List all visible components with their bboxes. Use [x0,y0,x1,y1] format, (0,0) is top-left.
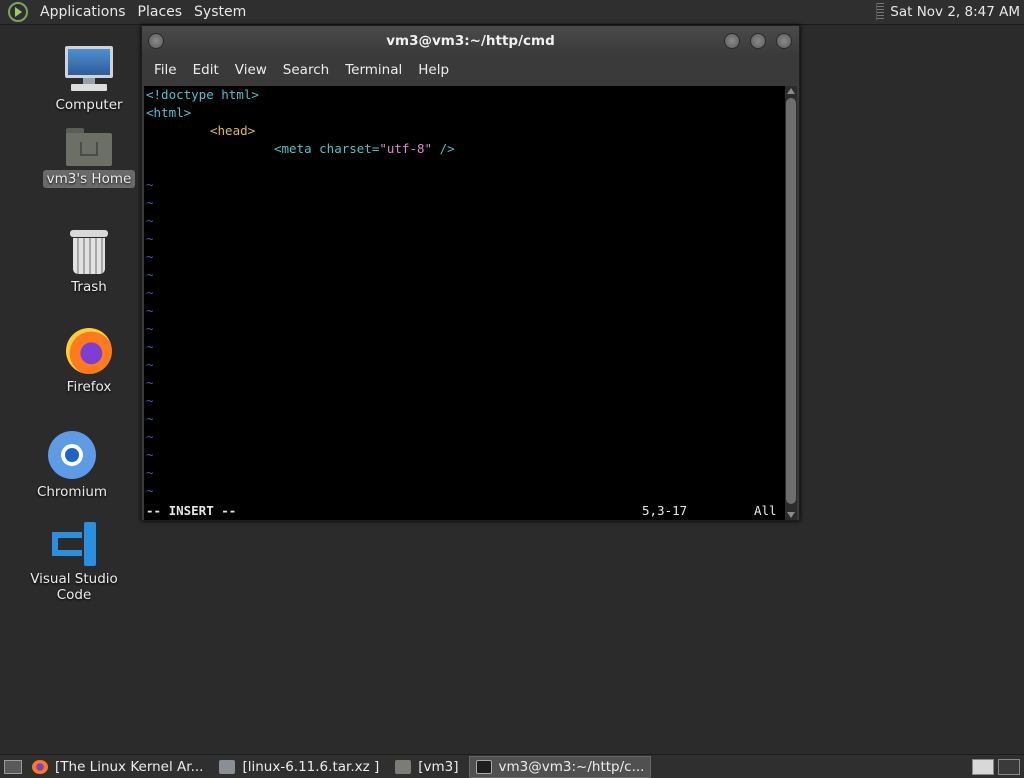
empty-line-marker: ~ [146,321,154,336]
menu-applications[interactable]: Applications [34,0,132,25]
desktop-icon-home[interactable]: vm3's Home [34,128,144,188]
desktop-label: Visual Studio Code [30,571,118,603]
desktop-icon-vscode[interactable]: Visual Studio Code [19,522,129,604]
scroll-up-icon[interactable] [787,88,795,94]
code-line: <head> [210,123,256,138]
empty-line-marker: ~ [146,375,154,390]
menu-edit[interactable]: Edit [185,62,227,78]
show-desktop-icon[interactable] [4,759,22,774]
home-folder-icon [66,128,112,166]
empty-line-marker: ~ [146,303,154,318]
empty-line-marker: ~ [146,177,154,192]
menu-terminal[interactable]: Terminal [337,62,410,78]
taskbar-item-firefox[interactable]: [The Linux Kernel Ar... [26,756,209,778]
workspace-2[interactable] [998,758,1020,775]
scrollbar-thumb[interactable] [786,98,796,504]
folder-icon [395,759,412,774]
desktop-icon-chromium[interactable]: Chromium [17,431,127,501]
terminal-scrollbar[interactable] [785,86,797,520]
menu-search[interactable]: Search [275,62,337,78]
cursor-position: 5,3-17 [642,503,688,518]
firefox-icon [32,759,48,774]
desktop-icon-trash[interactable]: Trash [34,230,144,296]
scroll-percent: All [754,503,777,518]
taskbar-item-archive[interactable]: [linux-6.11.6.tar.xz ] [213,756,385,778]
code-token: /> [432,141,455,156]
empty-line-marker: ~ [146,285,154,300]
taskbar-item-terminal[interactable]: vm3@vm3:~/http/c... [468,755,652,778]
trash-icon [70,230,108,274]
empty-line-marker: ~ [146,393,154,408]
taskbar-label: [linux-6.11.6.tar.xz ] [242,758,380,775]
code-line: <meta charset="utf-8" /> [274,140,455,158]
chromium-icon [48,431,96,479]
empty-line-marker: ~ [146,483,154,498]
desktop-label: Trash [71,279,107,295]
panel-separator [876,3,885,21]
desktop-label: Chromium [36,484,108,500]
clock[interactable]: Sat Nov 2, 8:47 AM [890,4,1024,20]
empty-line-marker: ~ [146,339,154,354]
code-line: <!doctype html> [146,87,259,102]
terminal-icon [475,759,492,774]
maximize-button[interactable] [750,33,766,49]
vim-mode: -- INSERT -- [146,503,237,518]
empty-line-marker: ~ [146,357,154,372]
empty-line-marker: ~ [146,213,154,228]
taskbar: [The Linux Kernel Ar... [linux-6.11.6.ta… [0,754,1024,778]
menu-system[interactable]: System [188,0,252,25]
terminal-output[interactable]: <!doctype html> <html> <head> <meta char… [144,86,786,520]
empty-line-marker: ~ [146,267,154,282]
empty-line-marker: ~ [146,411,154,426]
empty-line-marker: ~ [146,447,154,462]
firefox-icon [66,328,112,374]
empty-line-marker: ~ [146,465,154,480]
vscode-icon [52,522,96,566]
empty-line-marker: ~ [146,249,154,264]
empty-line-marker: ~ [146,195,154,210]
code-token: <meta charset= [274,141,380,156]
desktop-icon-computer[interactable]: Computer [34,46,144,114]
empty-line-marker: ~ [146,231,154,246]
empty-line-marker: ~ [146,429,154,444]
scroll-down-icon[interactable] [787,512,795,518]
close-button[interactable] [776,33,792,49]
archive-icon [219,759,236,774]
workspace-1[interactable] [972,758,994,775]
title-bar[interactable]: vm3@vm3:~/http/cmd [142,26,799,56]
taskbar-label: [The Linux Kernel Ar... [55,758,204,775]
taskbar-item-folder[interactable]: [vm3] [389,756,464,778]
terminal-menu-bar: File Edit View Search Terminal Help [142,56,799,84]
code-token: "utf-8" [379,141,433,156]
desktop-label: Computer [55,97,123,113]
menu-view[interactable]: View [227,62,275,78]
terminal-window: vm3@vm3:~/http/cmd File Edit View Search… [141,25,800,521]
code-line: <html> [146,105,192,120]
top-panel: Applications Places System Sat Nov 2, 8:… [0,0,1024,25]
desktop-label: vm3's Home [42,170,136,188]
window-title: vm3@vm3:~/http/cmd [386,33,555,49]
vim-status-line: -- INSERT -- 5,3-17 All [146,502,784,520]
taskbar-label: vm3@vm3:~/http/c... [498,758,645,775]
desktop-icon-firefox[interactable]: Firefox [34,328,144,396]
minimize-button[interactable] [724,33,740,49]
computer-icon [65,46,113,92]
menu-places[interactable]: Places [132,0,189,25]
desktop-label: Firefox [66,379,112,395]
menu-help[interactable]: Help [410,62,457,78]
menu-file[interactable]: File [146,62,185,78]
taskbar-label: [vm3] [418,758,459,775]
mate-menu-icon[interactable] [8,2,28,22]
